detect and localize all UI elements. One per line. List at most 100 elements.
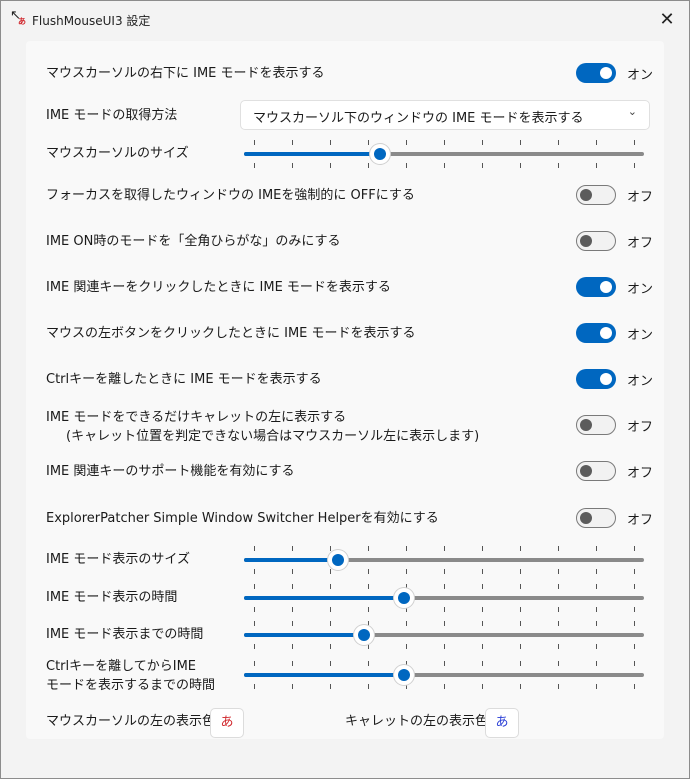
ctrl-release-delay-slider[interactable] [244, 661, 644, 689]
slider-tick [482, 569, 483, 574]
slider-tick [254, 661, 255, 666]
ime-display-time-slider[interactable] [244, 584, 644, 612]
slider-tick [254, 644, 255, 649]
slider-tick [596, 607, 597, 612]
slider-tick [292, 684, 293, 689]
toggle-knob [600, 281, 612, 293]
slider-tick [444, 644, 445, 649]
slider-tick [634, 661, 635, 666]
slider-tick [406, 569, 407, 574]
slider-tick [406, 163, 407, 168]
slider-tick [482, 140, 483, 145]
toggle-switch[interactable] [576, 323, 616, 343]
slider-tick [558, 584, 559, 589]
slider-tick [368, 661, 369, 666]
slider-tick [558, 607, 559, 612]
slider-tick [444, 607, 445, 612]
setting-label: マウスカーソルのサイズ [46, 146, 189, 161]
slider-tick [292, 163, 293, 168]
slider-tick [406, 546, 407, 551]
slider-tick [368, 163, 369, 168]
slider-tick [596, 661, 597, 666]
toggle-knob [580, 419, 592, 431]
slider-tick [482, 684, 483, 689]
toggle-knob [600, 327, 612, 339]
slider-tick [330, 584, 331, 589]
slider-tick [634, 546, 635, 551]
slider-tick [596, 684, 597, 689]
slider-tick [444, 584, 445, 589]
slider-tick [520, 644, 521, 649]
slider-tick [330, 607, 331, 612]
slider-thumb[interactable] [354, 625, 374, 645]
slider-tick [406, 621, 407, 626]
slider-tick [292, 584, 293, 589]
setting-label: IME モード表示の時間 [46, 590, 178, 605]
slider-tick [292, 546, 293, 551]
slider-tick [520, 684, 521, 689]
slider-tick [254, 684, 255, 689]
slider-thumb[interactable] [370, 144, 390, 164]
slider-fill [244, 633, 364, 637]
slider-tick [520, 163, 521, 168]
slider-tick [596, 584, 597, 589]
slider-tick [558, 621, 559, 626]
slider-tick [292, 621, 293, 626]
slider-tick [596, 163, 597, 168]
slider-fill [244, 152, 380, 156]
slider-thumb[interactable] [328, 550, 348, 570]
app-icon-kana: あ [18, 17, 26, 26]
slider-tick [368, 569, 369, 574]
toggle-switch[interactable] [576, 415, 616, 435]
toggle-switch[interactable] [576, 185, 616, 205]
window-title: FlushMouseUI3 設定 [32, 14, 151, 28]
slider-tick [368, 684, 369, 689]
ime-mode-method-dropdown[interactable]: マウスカーソル下のウィンドウの IME モードを表示する ⌄ [240, 100, 650, 130]
slider-tick [596, 140, 597, 145]
slider-tick [482, 584, 483, 589]
color-sample: あ [495, 715, 509, 730]
toggle-switch[interactable] [576, 369, 616, 389]
toggle-switch[interactable] [576, 231, 616, 251]
toggle-switch[interactable] [576, 277, 616, 297]
toggle-knob [580, 512, 592, 524]
setting-label: IME モード表示までの時間 [46, 627, 204, 642]
slider-tick [368, 644, 369, 649]
toggle-state-label: オフ [627, 513, 654, 528]
ime-display-size-slider[interactable] [244, 546, 644, 574]
caret-left-color-button[interactable]: あ [485, 708, 519, 738]
slider-tick [330, 684, 331, 689]
toggle-switch[interactable] [576, 63, 616, 83]
close-button[interactable]: ✕ [645, 1, 689, 37]
slider-tick [368, 140, 369, 145]
cursor-left-color-label: マウスカーソルの左の表示色 [46, 714, 216, 729]
slider-tick [254, 163, 255, 168]
toggle-state-label: オン [627, 328, 654, 343]
app-icon: ↖ あ [10, 8, 28, 27]
toggle-state-label: オン [627, 282, 654, 297]
slider-tick [444, 140, 445, 145]
slider-tick [520, 607, 521, 612]
cursor-left-color-button[interactable]: あ [210, 708, 244, 738]
toggle-knob [600, 373, 612, 385]
toggle-state-label: オフ [627, 466, 654, 481]
slider-thumb[interactable] [394, 588, 414, 608]
slider-tick [482, 546, 483, 551]
toggle-switch[interactable] [576, 508, 616, 528]
cursor-size-slider[interactable] [244, 140, 644, 168]
toggle-knob [600, 67, 612, 79]
slider-tick [254, 607, 255, 612]
slider-tick [254, 546, 255, 551]
slider-tick [558, 644, 559, 649]
slider-thumb[interactable] [394, 665, 414, 685]
slider-tick [254, 621, 255, 626]
setting-label: マウスカーソルの右下に IME モードを表示する [46, 66, 325, 81]
ime-display-delay-slider[interactable] [244, 621, 644, 649]
slider-tick [482, 621, 483, 626]
slider-tick [444, 546, 445, 551]
slider-tick [634, 163, 635, 168]
slider-tick [254, 140, 255, 145]
toggle-switch[interactable] [576, 461, 616, 481]
slider-tick [520, 584, 521, 589]
slider-tick [558, 140, 559, 145]
